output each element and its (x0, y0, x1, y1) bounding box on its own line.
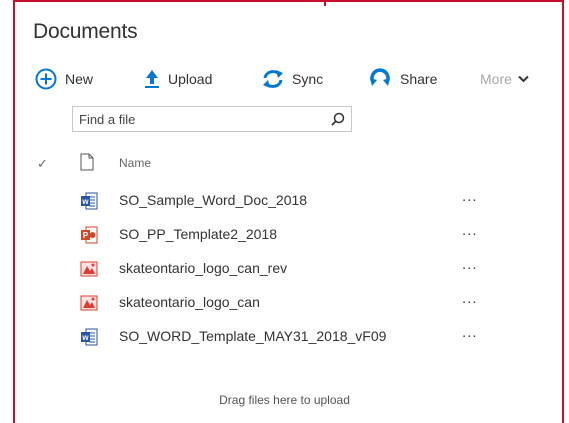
list-item[interactable]: w SO_WORD_Template_MAY31_2018_vF09 ... (0, 320, 520, 354)
name-column-header[interactable]: Name (119, 156, 151, 170)
share-icon (368, 68, 392, 90)
more-button[interactable]: More (480, 64, 529, 94)
new-button[interactable]: New (35, 64, 93, 94)
frame-pointer (324, 0, 326, 6)
list-item[interactable]: skateontario_logo_can ... (0, 286, 520, 320)
more-actions-button[interactable]: ... (462, 256, 478, 273)
list-item[interactable]: P SO_PP_Template2_2018 ... (0, 218, 520, 252)
upload-arrow-icon (144, 69, 160, 89)
list-header: ✓ Name (0, 150, 520, 176)
search-input[interactable] (73, 110, 325, 128)
find-file-search[interactable] (72, 106, 352, 132)
svg-text:P: P (83, 231, 89, 240)
file-name-link[interactable]: SO_PP_Template2_2018 (119, 226, 277, 242)
search-icon[interactable] (325, 112, 351, 126)
file-name-link[interactable]: skateontario_logo_can_rev (119, 260, 287, 276)
more-actions-button[interactable]: ... (462, 324, 478, 341)
sync-label: Sync (292, 71, 324, 87)
share-button[interactable]: Share (368, 64, 437, 94)
file-type-icon (80, 153, 94, 174)
image-file-icon (80, 260, 98, 281)
plus-circle-icon (35, 68, 57, 90)
file-name-link[interactable]: SO_Sample_Word_Doc_2018 (119, 192, 307, 208)
word-doc-icon: w (80, 192, 98, 213)
new-label: New (65, 71, 94, 87)
select-all-checkmark-icon[interactable]: ✓ (37, 156, 48, 172)
list-item[interactable]: w SO_Sample_Word_Doc_2018 ... (0, 184, 520, 218)
share-label: Share (400, 71, 438, 87)
upload-label: Upload (168, 71, 213, 87)
sync-button[interactable]: Sync (262, 64, 323, 94)
svg-text:w: w (81, 197, 89, 206)
word-doc-icon: w (80, 328, 98, 349)
sync-icon (262, 69, 284, 89)
image-file-icon (80, 294, 98, 315)
file-name-link[interactable]: skateontario_logo_can (119, 294, 260, 310)
more-actions-button[interactable]: ... (462, 188, 478, 205)
file-name-link[interactable]: SO_WORD_Template_MAY31_2018_vF09 (119, 328, 386, 344)
more-actions-button[interactable]: ... (462, 222, 478, 239)
upload-button[interactable]: Upload (144, 64, 212, 94)
powerpoint-doc-icon: P (80, 226, 98, 247)
more-label: More (480, 71, 512, 87)
chevron-down-icon (518, 75, 529, 83)
more-actions-button[interactable]: ... (462, 290, 478, 307)
drag-drop-hint: Drag files here to upload (219, 393, 350, 407)
page-title: Documents (33, 20, 138, 43)
list-item[interactable]: skateontario_logo_can_rev ... (0, 252, 520, 286)
svg-text:w: w (81, 333, 89, 342)
